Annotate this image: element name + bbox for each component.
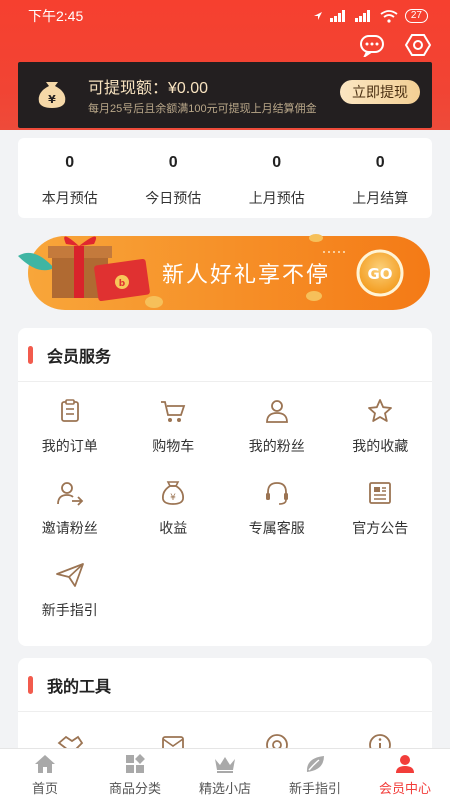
coin-icon (145, 296, 163, 308)
stat-last-month[interactable]: 0 上月预估 (225, 138, 329, 218)
withdraw-amount: 可提现额：¥0.00 (88, 80, 209, 97)
banner-text: 新人好礼享不停 (162, 263, 330, 288)
withdraw-card: ¥ 可提现额：¥0.00 每月25号后且余额满100元可提现上月结算佣金 立即提… (18, 62, 432, 128)
section-accent-bar (28, 345, 33, 364)
member-services-section: 会员服务 我的订单 购物车 我的粉丝 我的收藏 邀请粉丝 ¥ 收益 专属客服 官… (18, 328, 432, 646)
tab-label: 首页 (31, 781, 58, 796)
header-actions (358, 32, 432, 58)
stat-label: 今日预估 (145, 190, 202, 206)
service-cart[interactable]: 购物车 (122, 396, 226, 478)
status-time: 下午2:45 (28, 8, 84, 24)
stat-value: 0 (168, 154, 178, 171)
tab-label: 会员中心 (378, 781, 431, 796)
signal-icon (329, 10, 345, 22)
section-header: 会员服务 (18, 328, 432, 382)
home-icon (33, 753, 57, 775)
tab-label: 精选小店 (198, 781, 251, 796)
service-invite-fans[interactable]: 邀请粉丝 (18, 478, 122, 560)
red-envelope-icon: b (94, 258, 150, 302)
cart-icon (158, 396, 188, 426)
service-label: 我的粉丝 (248, 438, 305, 454)
withdraw-button[interactable]: 立即提现 (340, 80, 420, 104)
settings-button[interactable] (404, 32, 432, 58)
headset-icon (262, 478, 292, 508)
tab-featured-shops[interactable]: 精选小店 (180, 749, 270, 800)
star-icon (365, 396, 395, 426)
service-my-fans[interactable]: 我的粉丝 (225, 396, 329, 478)
section-header: 我的工具 (18, 658, 432, 712)
tab-label: 新手指引 (288, 781, 341, 796)
banner-graphic: b 新人好礼享不停 GO (18, 234, 430, 310)
stat-value: 0 (272, 154, 282, 171)
status-bar: 下午2:45 27 (0, 0, 450, 32)
section-accent-bar (28, 675, 33, 694)
stat-label: 本月预估 (41, 190, 98, 206)
money-bag-icon: ¥ (158, 478, 188, 508)
service-my-orders[interactable]: 我的订单 (18, 396, 122, 478)
service-label: 邀请粉丝 (41, 520, 98, 536)
battery-indicator: 27 (404, 9, 428, 23)
stat-last-month-settled[interactable]: 0 上月结算 (329, 138, 433, 218)
earnings-stats: 0 本月预估 0 今日预估 0 上月预估 0 上月结算 (18, 138, 432, 218)
service-label: 新手指引 (41, 602, 98, 618)
service-customer-support[interactable]: 专属客服 (225, 478, 329, 560)
status-icons: 27 (313, 9, 428, 23)
svg-text:b: b (119, 279, 126, 289)
money-bag-icon: ¥ (38, 82, 66, 108)
message-button[interactable] (358, 32, 386, 58)
section-title: 会员服务 (47, 348, 112, 366)
tab-member-center[interactable]: 会员中心 (360, 749, 450, 800)
bottom-tab-bar: 首页 商品分类 精选小店 新手指引 会员中心 (0, 748, 450, 800)
person-icon (262, 396, 292, 426)
clipboard-icon (55, 396, 85, 426)
stat-label: 上月结算 (352, 190, 409, 206)
stat-label: 上月预估 (248, 190, 305, 206)
svg-text:¥: ¥ (170, 493, 176, 503)
tab-categories[interactable]: 商品分类 (90, 749, 180, 800)
member-icon (393, 753, 417, 775)
gear-icon (405, 34, 431, 56)
leaf-icon (303, 753, 327, 775)
service-label: 我的收藏 (352, 438, 409, 454)
invite-user-icon (55, 478, 85, 508)
newspaper-icon (365, 478, 395, 508)
service-announcements[interactable]: 官方公告 (329, 478, 433, 560)
location-icon (313, 12, 322, 20)
stat-this-month[interactable]: 0 本月预估 (18, 138, 122, 218)
signal-icon-2 (354, 10, 370, 22)
service-label: 官方公告 (352, 520, 409, 536)
withdraw-rule: 每月25号后且余额满100元可提现上月结算佣金 (88, 103, 317, 115)
service-beginner-guide[interactable]: 新手指引 (18, 560, 122, 642)
coin-icon (309, 234, 323, 242)
go-label: GO (367, 265, 392, 283)
svg-text:¥: ¥ (48, 93, 56, 106)
crown-icon (213, 753, 237, 775)
section-title: 我的工具 (47, 678, 112, 696)
newcomer-gift-banner[interactable]: b 新人好礼享不停 GO (14, 226, 432, 318)
chat-bubble-icon (360, 35, 384, 57)
service-favorites[interactable]: 我的收藏 (329, 396, 433, 478)
paper-plane-icon (55, 560, 85, 590)
service-label: 购物车 (152, 438, 195, 454)
coin-icon (306, 291, 322, 301)
service-label: 专属客服 (248, 520, 305, 536)
service-label: 收益 (159, 520, 188, 536)
services-grid: 我的订单 购物车 我的粉丝 我的收藏 邀请粉丝 ¥ 收益 专属客服 官方公告 新… (18, 382, 432, 642)
service-earnings[interactable]: ¥ 收益 (122, 478, 226, 560)
tab-beginner-guide[interactable]: 新手指引 (270, 749, 360, 800)
service-label: 我的订单 (41, 438, 98, 454)
wifi-icon (380, 9, 398, 23)
tab-label: 商品分类 (108, 781, 161, 796)
category-icon (123, 753, 147, 775)
stat-value: 0 (375, 154, 385, 171)
stat-today[interactable]: 0 今日预估 (122, 138, 226, 218)
stat-value: 0 (65, 154, 75, 171)
tab-home[interactable]: 首页 (0, 749, 90, 800)
